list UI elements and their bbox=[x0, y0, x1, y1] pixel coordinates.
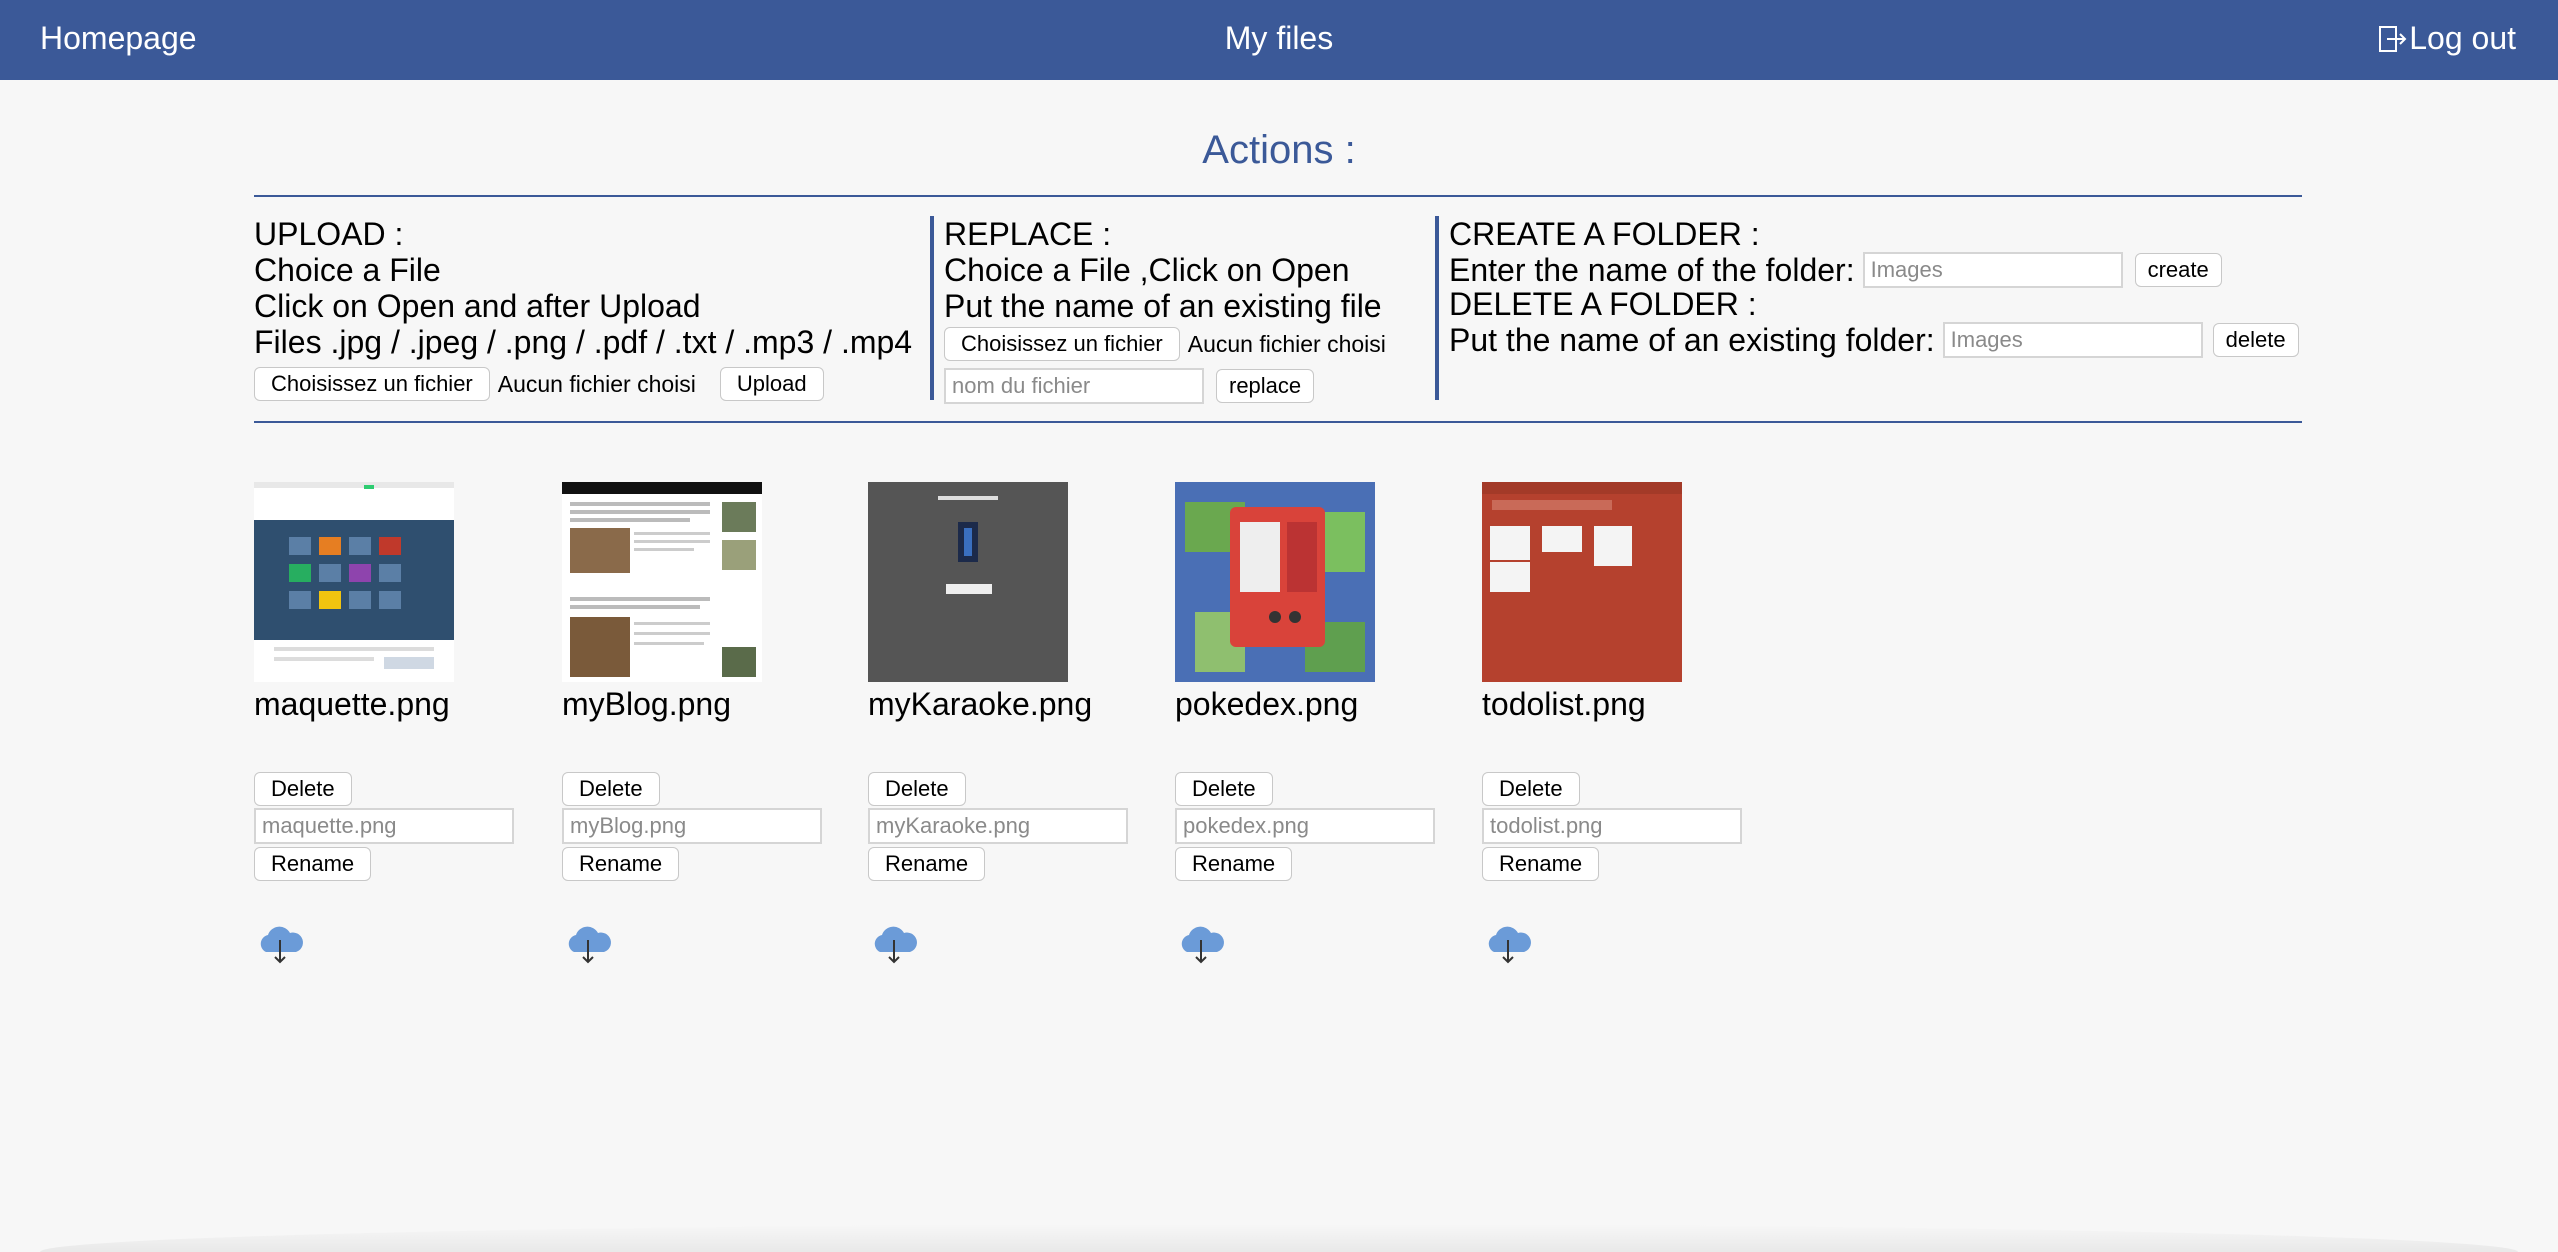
rename-file-input[interactable] bbox=[868, 808, 1128, 844]
replace-filename-input[interactable] bbox=[944, 368, 1204, 404]
file-name: todolist.png bbox=[1482, 686, 1646, 722]
replace-choose-file-button[interactable]: Choisissez un fichier bbox=[944, 327, 1180, 361]
file-card: maquette.png Delete Rename bbox=[254, 482, 524, 964]
delete-file-button[interactable]: Delete bbox=[254, 772, 352, 806]
rename-file-input[interactable] bbox=[562, 808, 822, 844]
file-card: myBlog.png Delete Rename bbox=[562, 482, 832, 964]
upload-button[interactable]: Upload bbox=[719, 367, 824, 401]
replace-no-file-text: Aucun fichier choisi bbox=[1187, 331, 1386, 357]
file-name: pokedex.png bbox=[1175, 686, 1359, 722]
cloud-download-icon[interactable] bbox=[562, 922, 614, 966]
file-thumbnail[interactable] bbox=[562, 482, 762, 682]
bottom-shadow bbox=[40, 1224, 2518, 1252]
create-folder-button[interactable]: create bbox=[2134, 253, 2222, 287]
rename-file-button[interactable]: Rename bbox=[562, 847, 680, 881]
file-thumbnail[interactable] bbox=[868, 482, 1068, 682]
file-thumbnail[interactable] bbox=[1482, 482, 1682, 682]
file-thumbnail[interactable] bbox=[254, 482, 454, 682]
delete-folder-input[interactable] bbox=[1942, 322, 2203, 358]
replace-instruction-1: Choice a File ,Click on Open bbox=[944, 252, 1350, 288]
logout-link[interactable]: Log out bbox=[2377, 20, 2516, 57]
file-name: maquette.png bbox=[254, 686, 450, 722]
divider-top bbox=[254, 195, 2302, 197]
replace-section: REPLACE : Choice a File ,Click on Open P… bbox=[930, 216, 1435, 404]
page-title: My files bbox=[1224, 20, 1334, 56]
rename-file-button[interactable]: Rename bbox=[1175, 847, 1293, 881]
cloud-download-icon[interactable] bbox=[1175, 922, 1227, 966]
upload-heading: UPLOAD : bbox=[254, 216, 404, 252]
logout-icon bbox=[2379, 25, 2407, 52]
upload-instruction-2: Click on Open and after Upload bbox=[254, 288, 701, 324]
delete-file-button[interactable]: Delete bbox=[1482, 772, 1580, 806]
cloud-download-icon[interactable] bbox=[1482, 922, 1534, 966]
upload-section: UPLOAD : Choice a File Click on Open and… bbox=[254, 216, 926, 402]
rename-file-button[interactable]: Rename bbox=[254, 847, 372, 881]
rename-file-input[interactable] bbox=[254, 808, 514, 844]
cloud-download-icon[interactable] bbox=[868, 922, 920, 966]
delete-file-button[interactable]: Delete bbox=[868, 772, 966, 806]
cloud-download-icon[interactable] bbox=[254, 922, 306, 966]
file-thumbnail[interactable] bbox=[1175, 482, 1375, 682]
delete-folder-button[interactable]: delete bbox=[2212, 323, 2299, 357]
upload-choose-file-button[interactable]: Choisissez un fichier bbox=[254, 367, 490, 401]
upload-allowed-types: Files .jpg / .jpeg / .png / .pdf / .txt … bbox=[254, 324, 913, 360]
homepage-link[interactable]: Homepage bbox=[40, 20, 197, 57]
logout-label: Log out bbox=[2409, 20, 2516, 56]
upload-instruction-1: Choice a File bbox=[254, 252, 441, 288]
delete-file-button[interactable]: Delete bbox=[1175, 772, 1273, 806]
create-folder-input[interactable] bbox=[1862, 252, 2123, 288]
file-card: todolist.png Delete Rename bbox=[1482, 482, 1752, 964]
delete-folder-label: Put the name of an existing folder: bbox=[1449, 322, 1935, 358]
create-folder-label: Enter the name of the folder: bbox=[1449, 252, 1855, 288]
file-card: myKaraoke.png Delete Rename bbox=[868, 482, 1138, 964]
file-card: pokedex.png Delete Rename bbox=[1175, 482, 1445, 964]
file-name: myBlog.png bbox=[562, 686, 731, 722]
delete-file-button[interactable]: Delete bbox=[562, 772, 660, 806]
rename-file-input[interactable] bbox=[1482, 808, 1742, 844]
folder-section: CREATE A FOLDER : Enter the name of the … bbox=[1435, 216, 2305, 400]
upload-no-file-text: Aucun fichier choisi bbox=[497, 371, 696, 397]
rename-file-button[interactable]: Rename bbox=[868, 847, 986, 881]
replace-button[interactable]: replace bbox=[1216, 369, 1315, 403]
actions-heading: Actions : bbox=[1202, 128, 1356, 172]
file-name: myKaraoke.png bbox=[868, 686, 1093, 722]
rename-file-button[interactable]: Rename bbox=[1482, 847, 1600, 881]
divider-bottom bbox=[254, 421, 2302, 423]
replace-heading: REPLACE : bbox=[944, 216, 1112, 252]
top-navbar: Homepage My files Log out bbox=[0, 0, 2558, 80]
delete-folder-heading: DELETE A FOLDER : bbox=[1449, 286, 1757, 322]
create-folder-heading: CREATE A FOLDER : bbox=[1449, 216, 1760, 252]
rename-file-input[interactable] bbox=[1175, 808, 1435, 844]
replace-instruction-2: Put the name of an existing file bbox=[944, 288, 1382, 324]
